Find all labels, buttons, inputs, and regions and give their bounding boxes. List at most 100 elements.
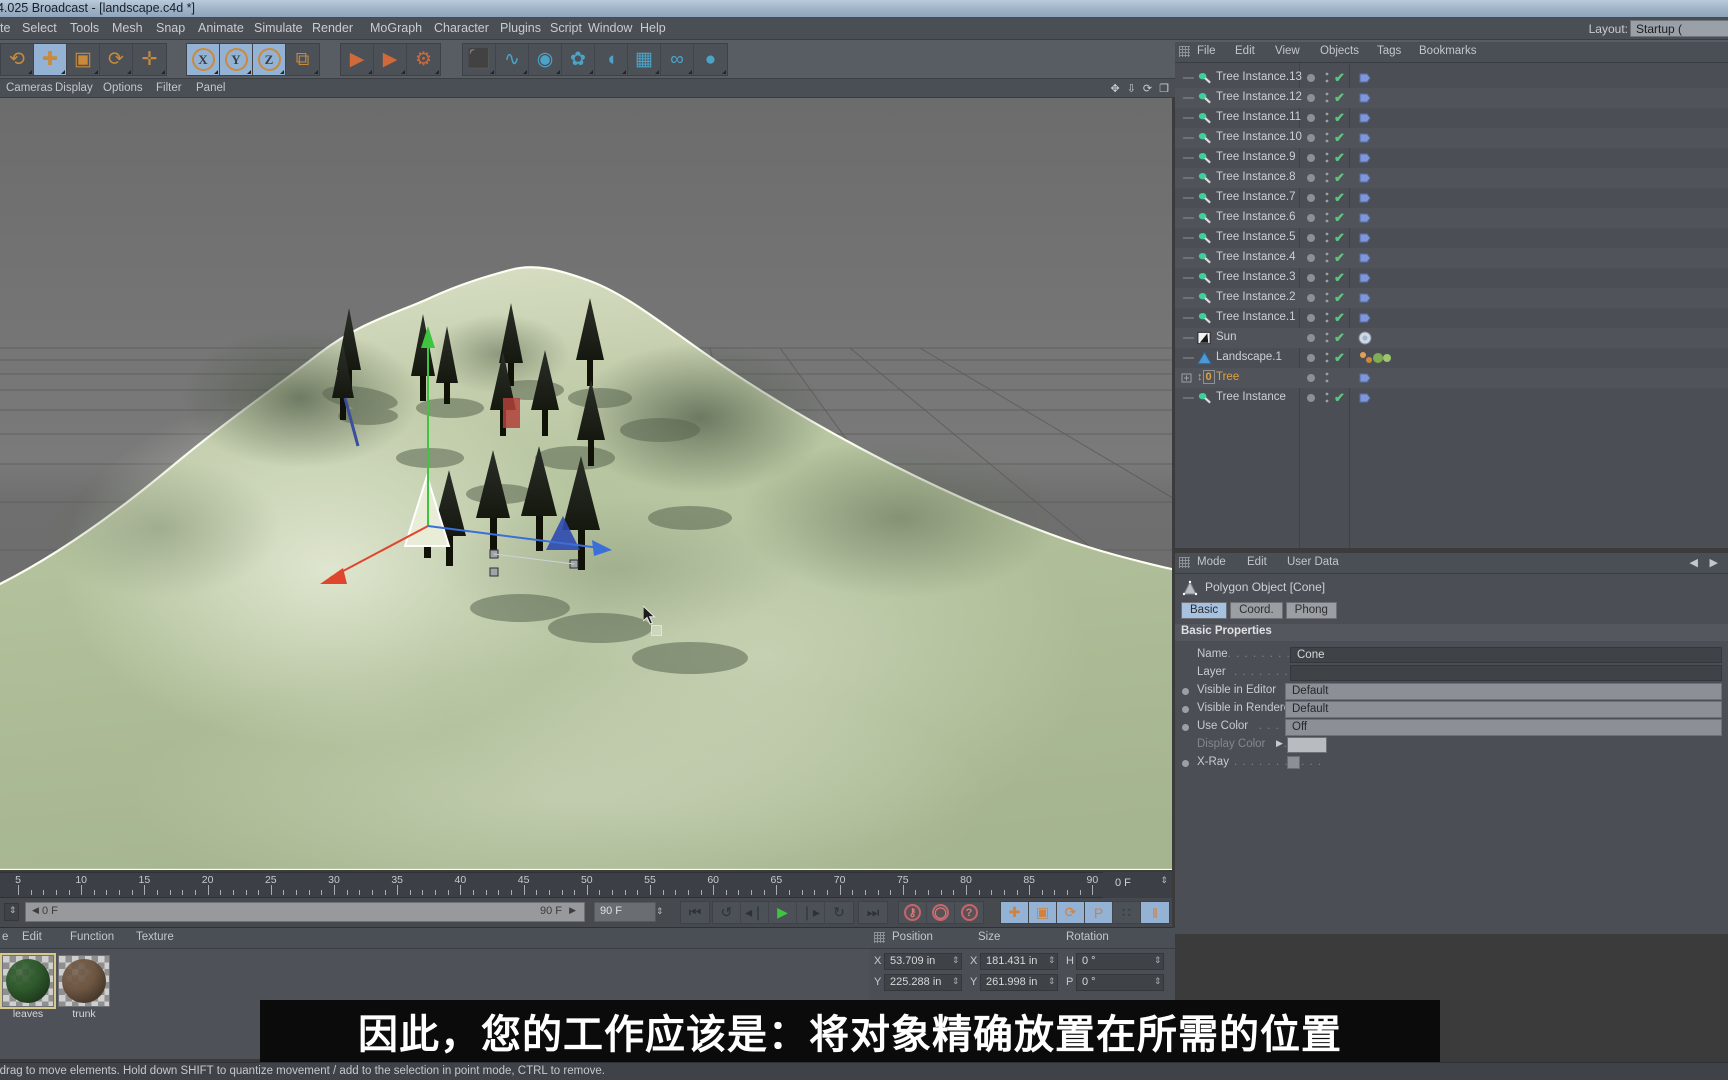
menu-item-script[interactable]: Script bbox=[550, 21, 582, 35]
object-row[interactable]: Tree Instance.7 ✔ bbox=[1175, 188, 1728, 208]
object-enable-dot[interactable] bbox=[1307, 154, 1315, 162]
dropdown-corner-icon[interactable] bbox=[214, 70, 218, 74]
object-enable-dot[interactable] bbox=[1307, 334, 1315, 342]
visibility-dots-icon[interactable] bbox=[1325, 151, 1329, 165]
autokeying-button[interactable]: ◯ bbox=[927, 902, 955, 923]
material-item[interactable]: leaves bbox=[0, 953, 56, 1020]
coordinate-spinner-icon[interactable]: ⇕ bbox=[952, 955, 960, 966]
object-tag-icon[interactable] bbox=[1358, 391, 1372, 405]
scale-key-toggle[interactable]: ▣ bbox=[1029, 902, 1057, 923]
previous-key-button[interactable]: ↺ bbox=[713, 902, 741, 923]
coordinate-value-field[interactable]: 225.288 in bbox=[884, 974, 962, 991]
dropdown-corner-icon[interactable] bbox=[127, 70, 131, 74]
field-value-use-color[interactable]: Off bbox=[1285, 719, 1722, 736]
object-menu-edit[interactable]: Edit bbox=[1235, 45, 1255, 57]
field-value-visible-in-editor[interactable]: Default bbox=[1285, 683, 1722, 700]
menu-item-snap[interactable]: Snap bbox=[156, 21, 185, 35]
preview-range-slider[interactable]: 0 F 90 F ◀ ▶ bbox=[25, 902, 585, 922]
dropdown-corner-icon[interactable] bbox=[688, 70, 692, 74]
object-enable-dot[interactable] bbox=[1307, 294, 1315, 302]
object-tag-icon[interactable] bbox=[1358, 371, 1372, 385]
object-tag-icon[interactable] bbox=[1358, 351, 1391, 365]
dropdown-corner-icon[interactable] bbox=[368, 70, 372, 74]
visibility-dots-icon[interactable] bbox=[1325, 231, 1329, 245]
object-enable-dot[interactable] bbox=[1307, 94, 1315, 102]
dropdown-corner-icon[interactable] bbox=[589, 70, 593, 74]
object-row[interactable]: ↕ 0 Tree bbox=[1175, 368, 1728, 388]
dropdown-corner-icon[interactable] bbox=[722, 70, 726, 74]
object-row[interactable]: Tree Instance.2 ✔ bbox=[1175, 288, 1728, 308]
object-visible-check-icon[interactable]: ✔ bbox=[1334, 70, 1345, 86]
attribute-tab-basic[interactable]: Basic bbox=[1181, 602, 1228, 619]
field-anim-bullet-icon[interactable] bbox=[1182, 760, 1189, 767]
visibility-dots-icon[interactable] bbox=[1325, 211, 1329, 225]
deformer-bend-button[interactable]: ◖ bbox=[595, 44, 628, 75]
point-level-animation-toggle[interactable]: ∷ bbox=[1113, 902, 1141, 923]
rotate-view-icon[interactable]: ⟳ bbox=[1143, 82, 1152, 95]
timeline-ruler[interactable]: 5 10 15 20 25 30 35 40 45 50 55 60 65 70 75 80 85 90 bbox=[0, 872, 1172, 898]
attribute-menu-edit[interactable]: Edit bbox=[1247, 556, 1267, 568]
attribute-menu-mode[interactable]: Mode bbox=[1197, 556, 1226, 568]
visibility-dots-icon[interactable] bbox=[1325, 371, 1329, 385]
move-view-icon[interactable]: ✥ bbox=[1110, 82, 1119, 95]
coordinate-value-field[interactable]: 0 ° bbox=[1076, 953, 1164, 970]
material-item[interactable]: trunk bbox=[58, 955, 110, 1020]
maximize-view-icon[interactable]: ❐ bbox=[1159, 82, 1169, 95]
object-row[interactable]: Tree Instance.12 ✔ bbox=[1175, 88, 1728, 108]
object-visible-check-icon[interactable]: ✔ bbox=[1334, 350, 1345, 366]
field-value-layer[interactable] bbox=[1290, 665, 1722, 681]
dropdown-corner-icon[interactable] bbox=[435, 70, 439, 74]
object-manager-grip-icon[interactable] bbox=[1179, 46, 1190, 57]
light-button[interactable]: ● bbox=[694, 44, 727, 75]
object-tag-icon[interactable] bbox=[1358, 91, 1372, 105]
visibility-dots-icon[interactable] bbox=[1325, 351, 1329, 365]
field-anim-bullet-icon[interactable] bbox=[1182, 706, 1189, 713]
object-row[interactable]: Tree Instance.1 ✔ bbox=[1175, 308, 1728, 328]
object-menu-view[interactable]: View bbox=[1275, 45, 1300, 57]
menu-item-simulate[interactable]: Simulate bbox=[254, 21, 303, 35]
object-tag-icon[interactable] bbox=[1358, 131, 1372, 145]
object-tag-icon[interactable] bbox=[1358, 331, 1372, 345]
attribute-tab-phong[interactable]: Phong bbox=[1285, 602, 1337, 619]
viewport-menu-options[interactable]: Options bbox=[103, 82, 143, 94]
menu-item-window[interactable]: Window bbox=[588, 21, 632, 35]
frame-spinner-icon[interactable]: ⇕ bbox=[1160, 875, 1168, 886]
coordinates-manager-grip-icon[interactable] bbox=[874, 932, 885, 943]
object-menu-file[interactable]: File bbox=[1197, 45, 1216, 57]
object-manager[interactable]: Tree Instance.13 ✔ Tree Instance.12 ✔ Tree I… bbox=[1175, 63, 1728, 548]
object-visible-check-icon[interactable]: ✔ bbox=[1334, 250, 1345, 266]
visibility-dots-icon[interactable] bbox=[1325, 111, 1329, 125]
visibility-dots-icon[interactable] bbox=[1325, 271, 1329, 285]
visibility-dots-icon[interactable] bbox=[1325, 131, 1329, 145]
axis-z-button[interactable]: Z bbox=[253, 44, 286, 75]
timeline-view-toggle[interactable]: ‖ bbox=[1141, 902, 1169, 923]
object-menu-tags[interactable]: Tags bbox=[1377, 45, 1401, 57]
visibility-dots-icon[interactable] bbox=[1325, 311, 1329, 325]
menu-item-mograph[interactable]: MoGraph bbox=[370, 21, 422, 35]
visibility-dots-icon[interactable] bbox=[1325, 251, 1329, 265]
field-value-visible-in-renderer[interactable]: Default bbox=[1285, 701, 1722, 718]
object-tag-icon[interactable] bbox=[1358, 291, 1372, 305]
object-row[interactable]: Tree Instance.9 ✔ bbox=[1175, 148, 1728, 168]
menu-item-te[interactable]: te bbox=[0, 21, 10, 35]
object-visible-check-icon[interactable]: ✔ bbox=[1334, 90, 1345, 106]
viewport-menu-display[interactable]: Display bbox=[55, 82, 93, 94]
coordinate-spinner-icon[interactable]: ⇕ bbox=[1048, 976, 1056, 987]
end-frame-field[interactable]: 90 F bbox=[594, 902, 656, 922]
end-frame-spinner-icon[interactable]: ⇕ bbox=[656, 906, 664, 917]
dropdown-corner-icon[interactable] bbox=[523, 70, 527, 74]
object-visible-check-icon[interactable]: ✔ bbox=[1334, 130, 1345, 146]
dropdown-corner-icon[interactable] bbox=[61, 70, 65, 74]
world-object-coord-button[interactable]: ⧉ bbox=[286, 44, 319, 75]
axis-y-button[interactable]: Y bbox=[220, 44, 253, 75]
current-frame-display[interactable]: 0 F ⇕ bbox=[1103, 872, 1172, 898]
object-enable-dot[interactable] bbox=[1307, 394, 1315, 402]
object-row[interactable]: Tree Instance.5 ✔ bbox=[1175, 228, 1728, 248]
menu-item-mesh[interactable]: Mesh bbox=[112, 21, 143, 35]
material-menu-e[interactable]: e bbox=[2, 931, 8, 943]
object-visible-check-icon[interactable]: ✔ bbox=[1334, 170, 1345, 186]
field-anim-bullet-icon[interactable] bbox=[1182, 688, 1189, 695]
camera-button[interactable]: ∞ bbox=[661, 44, 694, 75]
object-visible-check-icon[interactable]: ✔ bbox=[1334, 290, 1345, 306]
dropdown-corner-icon[interactable] bbox=[280, 70, 284, 74]
